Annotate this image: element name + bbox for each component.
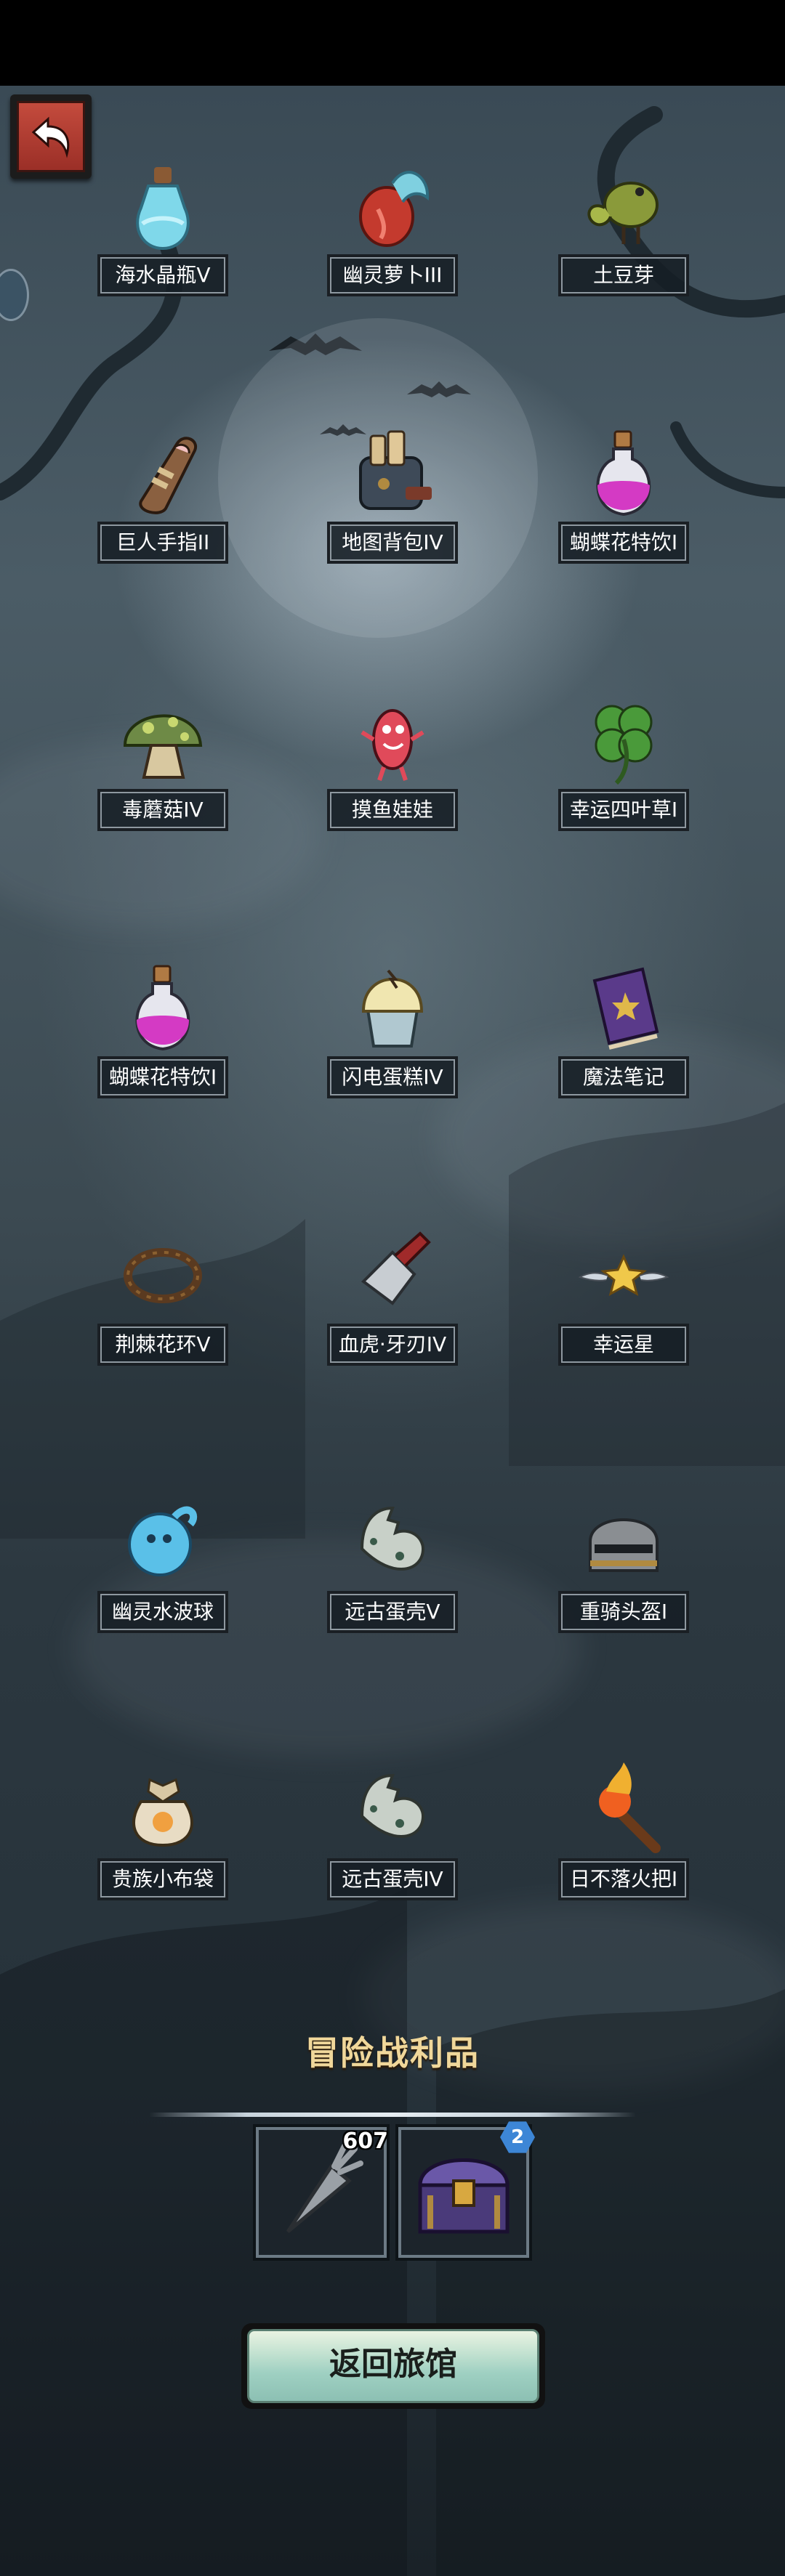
helmet-icon [589, 1518, 659, 1572]
inventory-item[interactable]: 海水晶瓶V [90, 154, 236, 299]
inventory-item[interactable]: 毒蘑菇IV [90, 689, 236, 834]
return-to-tavern-button[interactable]: 返回旅馆 [241, 2323, 545, 2409]
winged-star-icon [578, 1254, 669, 1297]
inventory-item[interactable]: 土豆芽 [551, 154, 696, 299]
torch-icon [599, 1762, 661, 1853]
inventory-item[interactable]: 幽灵萝卜III [320, 154, 465, 299]
water-orb-icon [128, 1506, 198, 1576]
item-label: 远古蛋壳V [327, 1591, 458, 1633]
back-arrow-icon [31, 116, 70, 158]
inventory-item[interactable]: 地图背包IV [320, 421, 465, 567]
inventory-item[interactable]: 闪电蛋糕IV [320, 956, 465, 1101]
reward-slot-chest[interactable]: 2 [395, 2121, 535, 2261]
cupcake-icon [361, 969, 424, 1048]
inventory-item[interactable]: 幽灵水波球 [90, 1491, 236, 1636]
sprout-icon [587, 182, 659, 244]
inventory-item[interactable]: 魔法笔记 [551, 956, 696, 1101]
inventory-item[interactable]: 荆棘花环V [90, 1223, 236, 1369]
eggshell-icon [360, 1773, 425, 1838]
bottle-icon [136, 167, 190, 251]
item-label: 蝴蝶花特饮I [558, 522, 689, 564]
back-button[interactable] [10, 94, 92, 179]
reward-slot-carrot[interactable]: 607 [253, 2124, 390, 2261]
inventory-item[interactable]: 摸鱼娃娃 [320, 689, 465, 834]
item-label: 幸运四叶草I [558, 789, 689, 831]
item-label: 海水晶瓶V [97, 254, 228, 296]
backpack-icon [359, 430, 432, 510]
pouch-icon [132, 1778, 193, 1847]
inventory-item[interactable]: 幸运四叶草I [551, 689, 696, 834]
item-label: 土豆芽 [558, 254, 689, 296]
return-to-tavern-label: 返回旅馆 [247, 2329, 539, 2403]
reward-count: 607 [342, 2129, 388, 2154]
inventory-item[interactable]: 日不落火把I [551, 1758, 696, 1903]
doll-icon [361, 709, 424, 781]
potion-icon [135, 965, 190, 1051]
top-black-bar [0, 0, 785, 86]
spoils-title: 冒险战利品 [305, 2033, 480, 2073]
item-label: 幽灵萝卜III [327, 254, 458, 296]
radish-icon [359, 171, 430, 247]
clover-icon [595, 705, 653, 785]
item-label: 远古蛋壳IV [327, 1858, 458, 1900]
inventory-item[interactable]: 幸运星 [551, 1223, 696, 1369]
item-label: 幸运星 [558, 1324, 689, 1366]
mushroom-icon [123, 714, 203, 779]
inventory-item[interactable]: 远古蛋壳V [320, 1491, 465, 1636]
item-label: 摸鱼娃娃 [327, 789, 458, 831]
inventory-item[interactable]: 血虎·牙刃IV [320, 1223, 465, 1369]
item-label: 重骑头盔I [558, 1591, 689, 1633]
inventory-item[interactable]: 蝴蝶花特饮I [551, 421, 696, 567]
potion-icon [596, 430, 651, 517]
inventory-item[interactable]: 蝴蝶花特饮I [90, 956, 236, 1101]
item-label: 毒蘑菇IV [97, 789, 228, 831]
finger-icon [139, 437, 198, 514]
item-label: 闪电蛋糕IV [327, 1056, 458, 1098]
item-label: 血虎·牙刃IV [327, 1324, 458, 1366]
item-label: 贵族小布袋 [97, 1858, 228, 1900]
item-label: 蝴蝶花特饮I [97, 1056, 228, 1098]
divider [149, 2113, 636, 2117]
item-label: 地图背包IV [327, 522, 458, 564]
eggshell-icon [360, 1506, 425, 1571]
inventory-item[interactable]: 重骑头盔I [551, 1491, 696, 1636]
cleaver-icon [361, 1231, 431, 1305]
spellbook-icon [592, 967, 659, 1050]
item-label: 日不落火把I [558, 1858, 689, 1900]
inventory-item[interactable]: 巨人手指II [90, 421, 236, 567]
item-label: 荆棘花环V [97, 1324, 228, 1366]
item-label: 巨人手指II [97, 522, 228, 564]
item-label: 幽灵水波球 [97, 1591, 228, 1633]
inventory-item[interactable]: 贵族小布袋 [90, 1758, 236, 1903]
inventory-item[interactable]: 远古蛋壳IV [320, 1758, 465, 1903]
thorn-wreath-icon [124, 1248, 202, 1303]
item-label: 魔法笔记 [558, 1056, 689, 1098]
